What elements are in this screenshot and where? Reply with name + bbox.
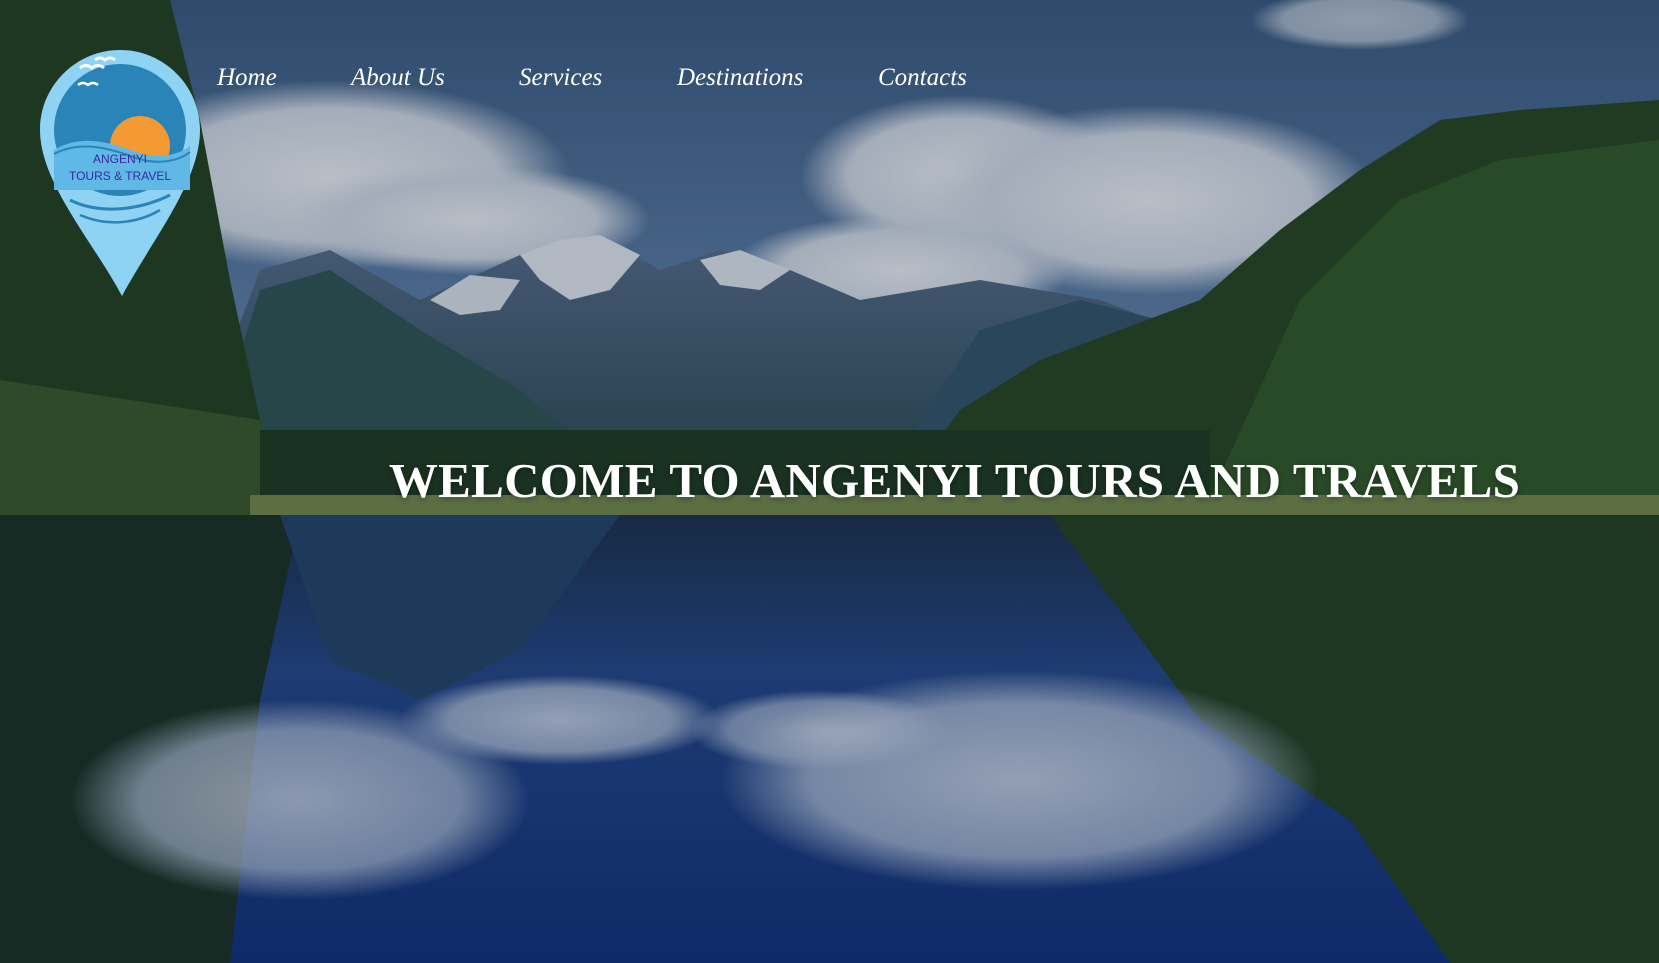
- nav-services-link[interactable]: Services: [519, 64, 602, 92]
- logo-text-line1: ANGENYI: [93, 152, 147, 166]
- nav-destinations-link[interactable]: Destinations: [677, 64, 803, 92]
- nav-about-us-link[interactable]: About Us: [351, 64, 445, 92]
- nav-home-link[interactable]: Home: [217, 64, 277, 92]
- hero-section: ANGENYI TOURS & TRAVEL Home About Us Ser…: [0, 0, 1659, 963]
- main-navigation: Home About Us Services Destinations Cont…: [0, 64, 1100, 104]
- hero-headline: WELCOME TO ANGENYI TOURS AND TRAVELS: [388, 453, 1521, 508]
- logo-text-line2: TOURS & TRAVEL: [69, 169, 171, 183]
- nav-contacts-link[interactable]: Contacts: [878, 64, 967, 92]
